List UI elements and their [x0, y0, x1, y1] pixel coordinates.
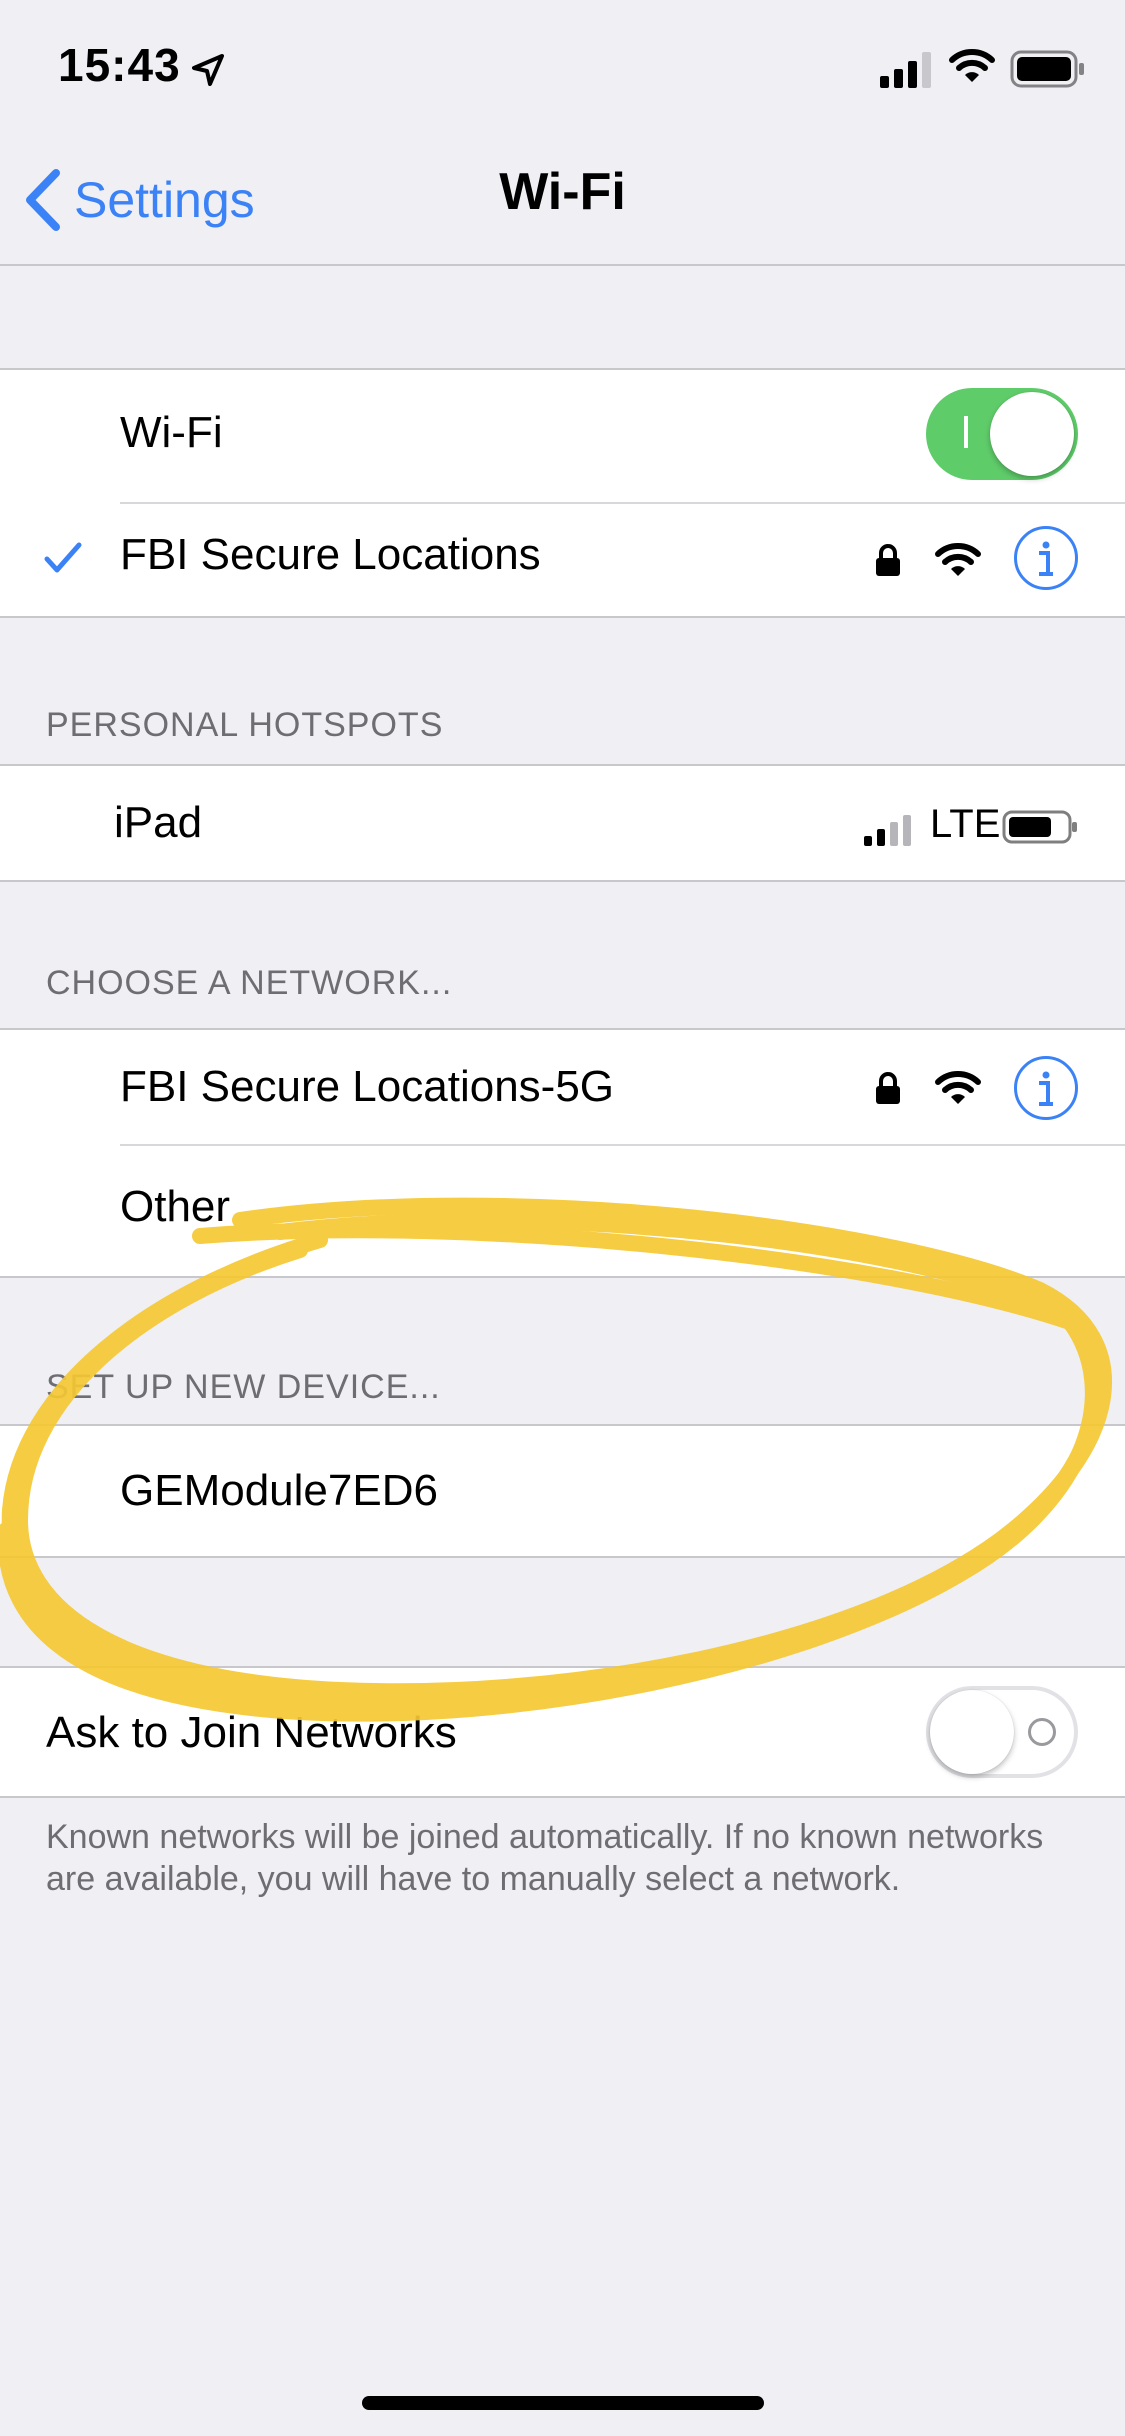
networks-group: FBI Secure Locations-5G Other — [0, 1028, 1125, 1278]
home-indicator[interactable] — [362, 2396, 764, 2410]
other-network-row[interactable]: Other — [0, 1146, 1125, 1276]
toggle-off-mark — [1028, 1718, 1056, 1746]
device-name: GEModule7ED6 — [120, 1466, 438, 1515]
cellular-signal-icon — [880, 52, 931, 88]
info-button[interactable] — [1014, 526, 1078, 590]
battery-status-icon — [1010, 50, 1084, 88]
ask-to-join-footer: Known networks will be joined automatica… — [46, 1818, 1044, 1898]
cellular-signal-icon — [864, 815, 911, 846]
wifi-signal-icon — [935, 543, 981, 576]
other-network-label: Other — [120, 1182, 231, 1231]
battery-icon — [1002, 810, 1077, 844]
lock-icon — [876, 1072, 900, 1104]
ask-to-join-row: Ask to Join Networks — [0, 1668, 1125, 1796]
info-button[interactable] — [1014, 1056, 1078, 1120]
wifi-toggle[interactable] — [926, 388, 1078, 480]
toggle-knob — [930, 1690, 1014, 1774]
hotspot-row[interactable]: iPad LTE — [0, 766, 1125, 880]
location-arrow-icon — [192, 54, 224, 86]
wifi-label: Wi-Fi — [120, 408, 223, 457]
navbar-divider — [0, 264, 1125, 266]
setup-device-group: GEModule7ED6 — [0, 1424, 1125, 1558]
section-header-choose-network: CHOOSE A NETWORK... — [46, 964, 453, 1002]
ask-to-join-toggle[interactable] — [926, 1686, 1078, 1778]
info-icon — [1039, 1071, 1053, 1106]
wifi-toggle-row: Wi-Fi — [0, 370, 1125, 494]
section-header-setup-device: SET UP NEW DEVICE... — [46, 1368, 441, 1406]
hotspot-name: iPad — [114, 798, 203, 847]
ask-to-join-label: Ask to Join Networks — [46, 1708, 457, 1757]
wifi-group: Wi-Fi FBI Secure Locations — [0, 368, 1125, 618]
toggle-knob — [990, 392, 1074, 476]
page-title: Wi-Fi — [499, 163, 626, 221]
info-icon — [1039, 541, 1053, 576]
setup-device-row[interactable]: GEModule7ED6 — [0, 1426, 1125, 1556]
toggle-on-mark — [964, 416, 968, 448]
section-header-personal-hotspots: PERSONAL HOTSPOTS — [46, 706, 444, 744]
connected-network-row[interactable]: FBI Secure Locations — [0, 504, 1125, 616]
ask-to-join-group: Ask to Join Networks — [0, 1666, 1125, 1798]
wifi-signal-icon — [935, 1071, 981, 1104]
checkmark-icon — [44, 542, 82, 573]
hotspots-group: iPad LTE — [0, 764, 1125, 882]
network-name: FBI Secure Locations-5G — [120, 1062, 615, 1111]
wifi-status-icon — [949, 49, 995, 82]
status-time: 15:43 — [58, 39, 181, 91]
connected-network-name: FBI Secure Locations — [120, 530, 541, 579]
network-row[interactable]: FBI Secure Locations-5G — [0, 1030, 1125, 1146]
lock-icon — [876, 544, 900, 576]
network-type-label: LTE — [930, 802, 1001, 846]
